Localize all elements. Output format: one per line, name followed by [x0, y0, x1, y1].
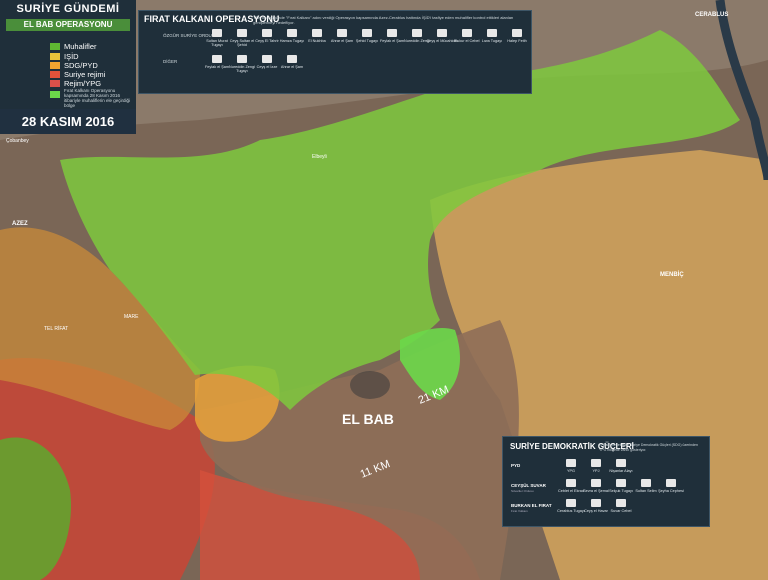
- faction-emblem-icon: [237, 55, 247, 63]
- legend-swatch: [50, 53, 60, 60]
- legend-swatch: [50, 43, 60, 50]
- label-el-bab: EL BAB: [342, 411, 394, 427]
- faction-name: Şehid Tugayı: [355, 39, 379, 43]
- sdg-row-sublabel: Süvariler Ordusu: [511, 489, 534, 493]
- faction-emblem-icon: [287, 29, 297, 37]
- faction-name: Nişanlar Alayı: [609, 469, 633, 473]
- faction-emblem-icon: [566, 499, 576, 507]
- faction-emblem-icon: [262, 29, 272, 37]
- legend-swatch: [50, 71, 60, 78]
- faction-emblem-icon: [616, 459, 626, 467]
- faction-name: Şeyha Cephesi: [658, 489, 684, 493]
- faction-emblem-icon: [591, 459, 601, 467]
- faction-emblem-icon: [437, 29, 447, 37]
- faction-emblem-icon: [616, 479, 626, 487]
- faction-emblem-icon: [512, 29, 522, 37]
- faction-emblem-icon: [362, 29, 372, 37]
- faction-name: Lıwa Tugayı: [481, 39, 503, 43]
- faction-name: Halep Fetih: [507, 39, 527, 43]
- faction-emblem-icon: [412, 29, 422, 37]
- legend-item: Rejim/YPG: [50, 79, 101, 88]
- faction-name: YPJ: [592, 469, 600, 473]
- legend-swatch: [50, 62, 60, 69]
- faction-emblem-icon: [312, 29, 322, 37]
- sdg-row-sublabel: Fırat Volkanı: [511, 509, 528, 513]
- faction-emblem-icon: [641, 479, 651, 487]
- label-cobanbey: Çobanbey: [6, 138, 29, 144]
- label-tel-rifat: TEL RİFAT: [44, 325, 68, 332]
- faction-emblem-icon: [212, 55, 222, 63]
- legend-date: 28 KASIM 2016: [0, 109, 136, 134]
- legend-swatch: [50, 80, 60, 87]
- legend-note: Fırat Kalkanı Operasyonu kapsamında 28 K…: [64, 88, 131, 108]
- faction-emblem-icon: [387, 29, 397, 37]
- sdg-description: El Bab'ı hedefleyen Suriye Demokratik Gü…: [599, 443, 698, 452]
- label-azez: AZEZ: [12, 221, 28, 227]
- faction-group: Nişanlar Alayı: [605, 459, 637, 473]
- faction-emblem-icon: [212, 29, 222, 37]
- label-menbic: MENBİÇ: [660, 271, 684, 278]
- label-mare: MARE: [124, 314, 139, 320]
- el-bab-city: [350, 371, 390, 399]
- sdg-row-label: PYD: [511, 463, 521, 468]
- firat-kalkani-panel: FIRAT KALKANI OPERASYONU TSK öncülüğünde…: [138, 10, 532, 94]
- faction-emblem-icon: [262, 55, 272, 63]
- faction-group: Suvar Cebel: [605, 499, 637, 513]
- faction-emblem-icon: [566, 479, 576, 487]
- label-elbeyli: Elbeyli: [312, 154, 327, 160]
- fk-description: TSK öncülüğünde "Fırat Kalkanı" adını ve…: [253, 15, 514, 25]
- faction-name: Sultan Murat Tugayı: [206, 39, 228, 47]
- faction-name: Ahrar el Şam: [280, 65, 304, 69]
- faction-emblem-icon: [566, 459, 576, 467]
- faction-emblem-icon: [462, 29, 472, 37]
- legend-item: Muhalifler: [50, 42, 97, 51]
- faction-emblem-icon: [237, 29, 247, 37]
- faction-group: Halep Fetih: [501, 29, 533, 43]
- faction-group: Ahrar el Şam: [276, 55, 308, 69]
- legend-item: Suriye rejimi: [50, 70, 105, 79]
- sdg-row-label: BURKAN EL FIRAT: [511, 503, 552, 508]
- faction-emblem-icon: [616, 499, 626, 507]
- faction-name: Suvar Cebel: [610, 509, 632, 513]
- faction-name: Ahrar el Şam: [330, 39, 354, 43]
- faction-emblem-icon: [666, 479, 676, 487]
- faction-name: YPG: [566, 469, 576, 473]
- fk-row-label-other: DİĞER: [163, 59, 178, 64]
- faction-emblem-icon: [487, 29, 497, 37]
- legend-panel: SURİYE GÜNDEMİ EL BAB OPERASYONU Muhalif…: [0, 0, 136, 134]
- faction-emblem-icon: [591, 479, 601, 487]
- faction-name: Ceyş el İzze: [256, 65, 278, 69]
- faction-group: Şeyha Cephesi: [655, 479, 687, 493]
- faction-name: El Nukhba: [308, 39, 326, 43]
- faction-emblem-icon: [591, 499, 601, 507]
- sdg-row-label: CEYŞÜL SUVAR: [511, 483, 546, 488]
- legend-swatch-captured: [50, 91, 60, 98]
- label-cerablus: CERABLUS: [695, 12, 728, 18]
- faction-emblem-icon: [287, 55, 297, 63]
- faction-name: Sultan Selim: [635, 489, 657, 493]
- faction-emblem-icon: [337, 29, 347, 37]
- legend-item: SDG/PYD: [50, 61, 98, 70]
- legend-item: IŞİD: [50, 52, 79, 61]
- legend-subtitle: EL BAB OPERASYONU: [6, 19, 130, 31]
- sdg-panel: SURİYE DEMOKRATİK GÜÇLERİ El Bab'ı hedef…: [502, 436, 710, 527]
- legend-title: SURİYE GÜNDEMİ: [16, 3, 120, 15]
